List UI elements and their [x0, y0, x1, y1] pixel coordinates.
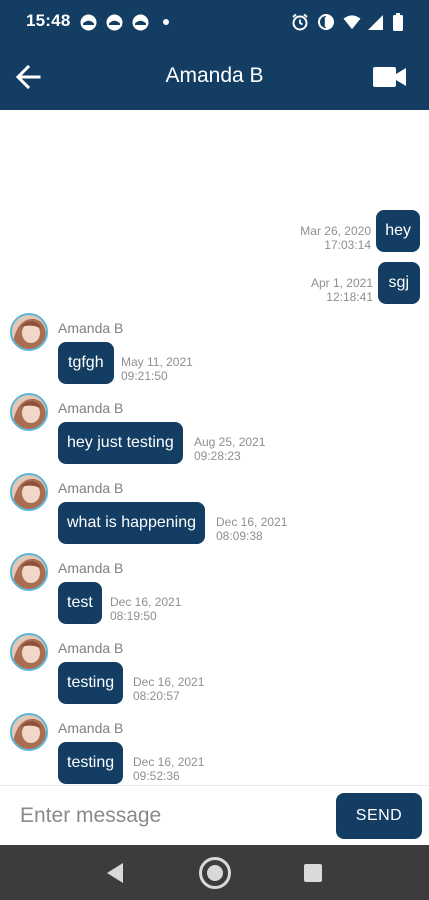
- alarm-icon: [291, 13, 309, 31]
- message-date: Dec 16, 2021: [216, 515, 288, 529]
- status-time: 15:48: [26, 11, 71, 30]
- message-time: 09:21:50: [121, 369, 168, 383]
- avatar[interactable]: [10, 313, 48, 351]
- message-bubble[interactable]: tgfgh: [58, 342, 114, 384]
- message-time: 17:03:14: [324, 238, 371, 252]
- battery-icon: [389, 13, 407, 31]
- avatar-photo: [12, 395, 46, 429]
- sender-name: Amanda B: [58, 400, 124, 416]
- message-time: 09:52:36: [133, 769, 180, 783]
- message-bubble[interactable]: testing: [58, 742, 124, 784]
- sender-name: Amanda B: [58, 320, 124, 336]
- notification-icon: [131, 13, 149, 31]
- avatar[interactable]: [10, 713, 48, 751]
- recents-square-icon: [304, 864, 322, 882]
- message-time: 08:19:50: [110, 609, 157, 623]
- avatar-photo: [12, 475, 46, 509]
- message-date: Apr 1, 2021: [310, 276, 373, 290]
- message-timestamp: Dec 16, 2021 09:52:36: [133, 755, 204, 783]
- message-composer: SEND: [0, 785, 429, 845]
- home-circle-icon: [199, 857, 231, 889]
- message-list[interactable]: Mar 26, 2020 17:03:14 hey Apr 1, 2021 12…: [0, 110, 429, 785]
- notification-icon: [105, 13, 123, 31]
- avatar[interactable]: [10, 393, 48, 431]
- message-bubble[interactable]: test: [58, 582, 102, 624]
- video-camera-icon: [373, 67, 406, 87]
- sender-name: Amanda B: [58, 560, 124, 576]
- sender-name: Amanda B: [58, 720, 124, 736]
- message-input[interactable]: [14, 796, 324, 836]
- message-bubble[interactable]: hey just testing: [58, 422, 183, 464]
- system-nav-bar: [0, 845, 429, 900]
- dot-icon: [157, 13, 175, 31]
- message-time: 08:09:38: [216, 529, 263, 543]
- message-bubble[interactable]: what is happening: [58, 502, 205, 544]
- message-timestamp: May 11, 2021 09:21:50: [121, 355, 193, 383]
- avatar[interactable]: [10, 633, 48, 671]
- message-timestamp: Dec 16, 2021 08:09:38: [216, 515, 287, 543]
- message-date: Dec 16, 2021: [133, 755, 205, 769]
- message-bubble[interactable]: sgj: [377, 262, 420, 304]
- data-saver-icon: [317, 13, 335, 31]
- message-date: Aug 25, 2021: [194, 435, 266, 449]
- message-time: 12:18:41: [326, 290, 373, 304]
- avatar-photo: [12, 555, 46, 589]
- avatar-photo: [12, 635, 46, 669]
- message-time: 08:20:57: [133, 689, 180, 703]
- message-timestamp: Apr 1, 2021 12:18:41: [311, 276, 373, 304]
- message-bubble[interactable]: hey: [376, 210, 420, 252]
- chat-title: Amanda B: [165, 64, 264, 87]
- message-date: Dec 16, 2021: [133, 675, 205, 689]
- message-timestamp: Dec 16, 2021 08:19:50: [110, 595, 181, 623]
- nav-back-button[interactable]: [98, 856, 132, 890]
- nav-home-button[interactable]: [198, 856, 232, 890]
- wifi-icon: [343, 13, 361, 31]
- message-time: 09:28:23: [194, 449, 241, 463]
- message-timestamp: Aug 25, 2021 09:28:23: [194, 435, 265, 463]
- avatar-photo: [12, 715, 46, 749]
- nav-recents-button[interactable]: [296, 856, 330, 890]
- sender-name: Amanda B: [58, 480, 124, 496]
- app-bar: Amanda B: [0, 44, 429, 110]
- notification-icon: [79, 13, 97, 31]
- send-button[interactable]: SEND: [336, 793, 422, 839]
- status-bar: 15:48: [0, 0, 429, 44]
- message-date: Mar 26, 2020: [300, 224, 371, 238]
- avatar-photo: [12, 315, 46, 349]
- avatar[interactable]: [10, 553, 48, 591]
- message-bubble[interactable]: testing: [58, 662, 124, 704]
- signal-icon: [366, 13, 384, 31]
- back-triangle-icon: [107, 863, 123, 883]
- message-timestamp: Mar 26, 2020 17:03:14: [300, 224, 371, 252]
- video-call-button[interactable]: [369, 61, 411, 93]
- message-date: May 11, 2021: [121, 355, 193, 369]
- sender-name: Amanda B: [58, 640, 124, 656]
- avatar[interactable]: [10, 473, 48, 511]
- message-timestamp: Dec 16, 2021 08:20:57: [133, 675, 204, 703]
- message-date: Dec 16, 2021: [110, 595, 182, 609]
